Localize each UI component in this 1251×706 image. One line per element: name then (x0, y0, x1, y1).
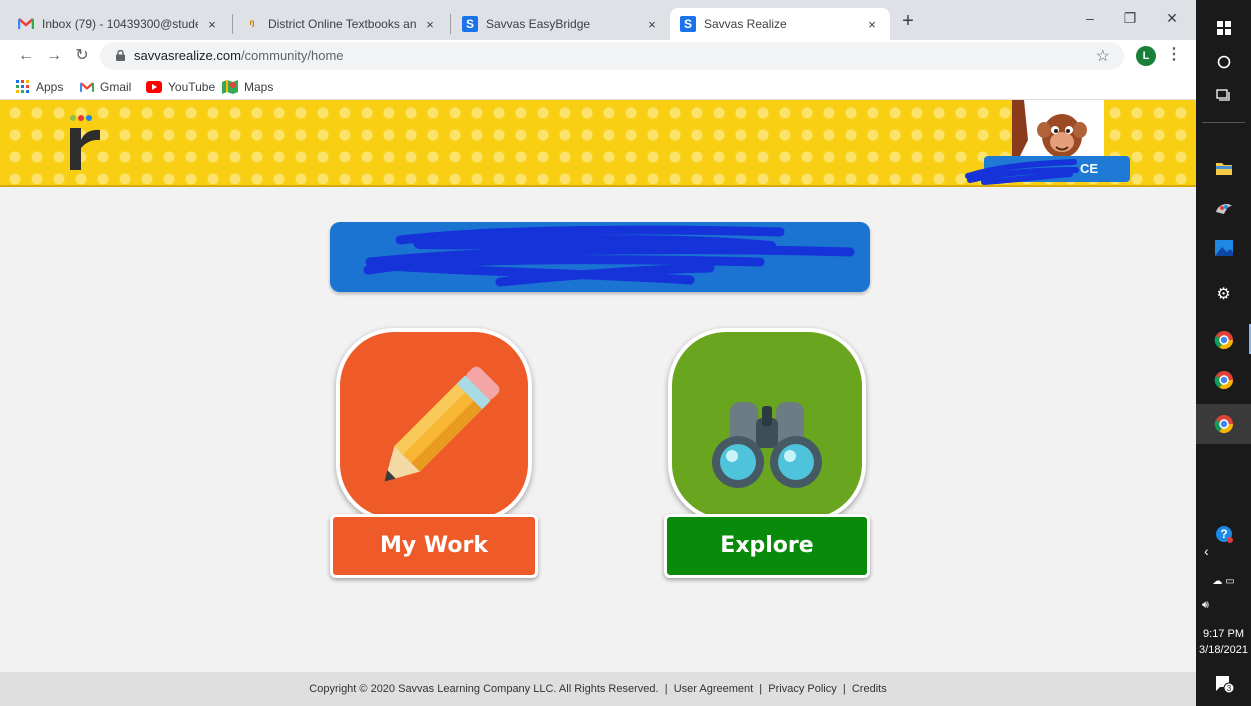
explore-button[interactable]: Explore (664, 514, 870, 578)
footer-separator: | (756, 683, 766, 695)
back-arrow-icon[interactable]: ← (14, 44, 38, 68)
address-bar[interactable]: savvasrealize.com/community/home ☆ (100, 42, 1124, 70)
binoculars-icon (712, 402, 822, 488)
chrome-icon[interactable] (1196, 320, 1251, 360)
tab-title: Inbox (79) - 10439300@student. (42, 17, 198, 31)
pencil-icon (384, 366, 500, 482)
tab-savvas-realize[interactable]: S Savvas Realize × (670, 8, 890, 40)
close-window-button[interactable]: ✕ (1152, 6, 1192, 32)
savvas-icon: S (680, 16, 696, 32)
paint-icon[interactable] (1196, 188, 1251, 228)
close-icon[interactable]: × (204, 17, 220, 32)
notification-icon[interactable]: 3 (1196, 664, 1251, 704)
bookmark-label: Maps (244, 80, 274, 94)
gmail-icon (80, 81, 94, 93)
tab-title: Savvas EasyBridge (486, 17, 591, 31)
bookmark-star-icon[interactable]: ☆ (1096, 46, 1110, 66)
bookmark-label: Apps (36, 80, 64, 94)
reload-icon[interactable]: ↻ (70, 44, 94, 68)
tab-strip: Inbox (79) - 10439300@student. × ᵑ Distr… (0, 0, 1196, 40)
tab-district-textbooks[interactable]: ᵑ District Online Textbooks and Ap × (234, 8, 448, 40)
forward-arrow-icon[interactable]: → (42, 44, 66, 68)
credits-link[interactable]: Credits (852, 683, 887, 695)
redaction-scribble (363, 225, 855, 287)
realize-logo[interactable] (64, 110, 104, 174)
tab-savvas-easybridge[interactable]: S Savvas EasyBridge × (452, 8, 670, 40)
menu-dots-icon[interactable]: ⋮ (1166, 44, 1182, 64)
savvas-icon: S (462, 16, 478, 32)
user-agreement-link[interactable]: User Agreement (674, 683, 753, 695)
browser-toolbar: ← → ↻ savvasrealize.com/community/home ☆… (0, 40, 1196, 72)
url-domain: savvasrealize.com (134, 48, 241, 63)
tab-gmail-inbox[interactable]: Inbox (79) - 10439300@student. × (8, 8, 230, 40)
tab-separator (450, 14, 451, 34)
new-tab-button[interactable]: + (896, 10, 920, 34)
bookmark-maps[interactable]: Maps (222, 78, 273, 96)
chevron-left-icon[interactable]: ‹ (1196, 540, 1251, 562)
restore-button[interactable]: ❐ (1110, 6, 1150, 32)
district-icon: ᵑ (249, 17, 255, 31)
network-battery-icon[interactable]: ☁ ▭ (1196, 570, 1251, 592)
bookmarks-bar: Apps Gmail YouTube Maps (0, 72, 1196, 100)
taskbar-divider (1202, 122, 1245, 123)
my-work-icon-card[interactable] (336, 328, 532, 522)
svg-text:?: ? (1220, 527, 1227, 541)
class-title-banner (330, 222, 870, 292)
url-path: /community/home (240, 48, 344, 63)
bookmark-youtube[interactable]: YouTube (146, 78, 215, 96)
lock-icon (116, 50, 125, 61)
footer-separator: | (839, 683, 849, 695)
clock-date: 3/18/2021 (1199, 644, 1248, 656)
chrome-icon[interactable] (1196, 404, 1251, 444)
close-icon[interactable]: × (644, 17, 660, 32)
privacy-policy-link[interactable]: Privacy Policy (768, 683, 836, 695)
task-view-icon[interactable] (1196, 76, 1251, 116)
taskbar-clock[interactable]: 9:17 PM 3/18/2021 (1196, 626, 1251, 658)
bookmark-apps[interactable]: Apps (16, 78, 63, 96)
copyright-text: Copyright © 2020 Savvas Learning Company… (309, 683, 659, 695)
clock-time: 9:17 PM (1203, 628, 1244, 640)
url-text: savvasrealize.com/community/home (134, 48, 344, 63)
close-icon[interactable]: × (422, 17, 438, 32)
browser-window: Inbox (79) - 10439300@student. × ᵑ Distr… (0, 0, 1196, 706)
apps-grid-icon (16, 80, 30, 94)
explore-tile[interactable]: Explore (664, 328, 870, 580)
profile-avatar[interactable]: L (1136, 46, 1156, 66)
close-icon[interactable]: × (864, 17, 880, 32)
tab-title: Savvas Realize (704, 17, 787, 31)
notification-count: 3 (1226, 684, 1231, 693)
minimize-button[interactable]: – (1070, 6, 1110, 32)
my-work-tile[interactable]: My Work (330, 328, 538, 580)
gmail-icon (18, 16, 34, 32)
tab-separator (232, 14, 233, 34)
my-work-button[interactable]: My Work (330, 514, 538, 578)
bookmark-gmail[interactable]: Gmail (80, 78, 131, 96)
bookmark-label: YouTube (168, 80, 216, 94)
redaction-scribble (965, 159, 1079, 185)
youtube-icon (146, 81, 162, 93)
file-explorer-icon[interactable] (1196, 148, 1251, 188)
bookmark-label: Gmail (100, 80, 132, 94)
chrome-icon[interactable] (1196, 360, 1251, 400)
page-footer: Copyright © 2020 Savvas Learning Company… (0, 672, 1196, 706)
windows-taskbar: ⚙ ? ‹ ☁ ▭ 🔊︎ 9:17 PM 3/18/2021 3 (1196, 0, 1251, 706)
maps-icon (222, 80, 238, 94)
explore-icon-card[interactable] (668, 328, 866, 522)
volume-icon[interactable]: 🔊︎ (1196, 594, 1251, 616)
footer-separator: | (661, 683, 671, 695)
settings-icon[interactable]: ⚙ (1196, 274, 1251, 314)
photos-icon[interactable] (1196, 228, 1251, 268)
tab-title: District Online Textbooks and Ap (268, 17, 416, 31)
